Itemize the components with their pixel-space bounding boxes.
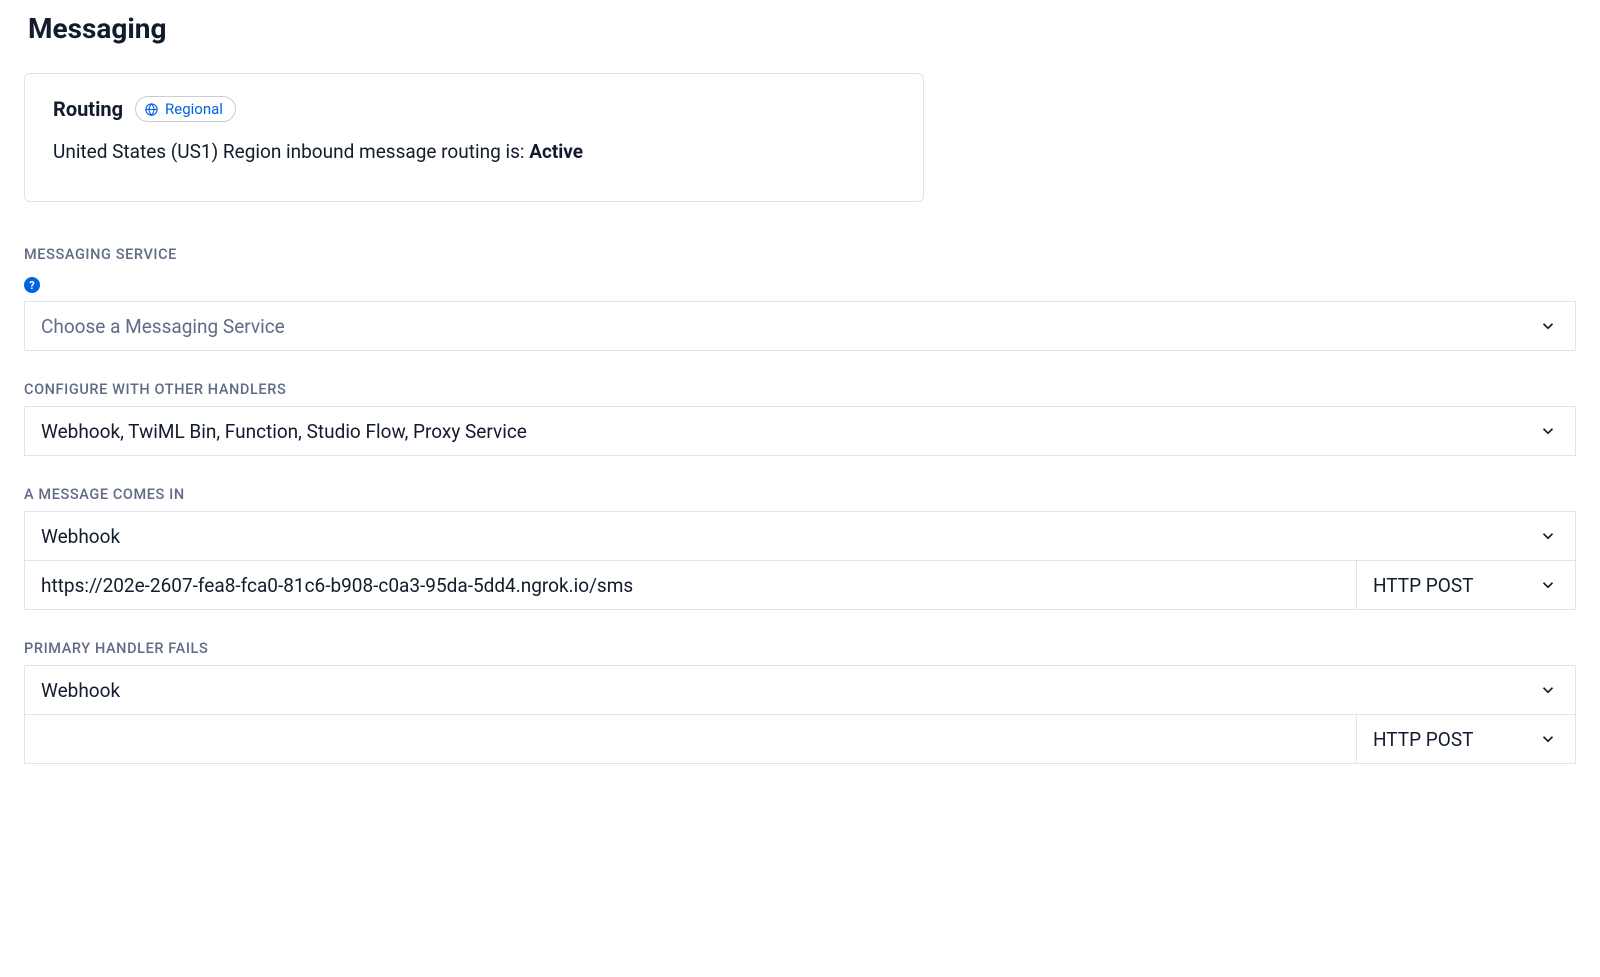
configure-handlers-select-text: Webhook, TwiML Bin, Function, Studio Flo… [41, 420, 527, 443]
messaging-service-select-text: Choose a Messaging Service [41, 315, 285, 338]
message-comes-in-type-select[interactable]: Webhook [24, 511, 1576, 561]
globe-icon [144, 102, 159, 117]
primary-handler-fails-url-input[interactable] [24, 714, 1356, 764]
primary-handler-fails-group: PRIMARY HANDLER FAILS Webhook HTTP POST [24, 640, 1576, 764]
routing-status-prefix: United States (US1) Region inbound messa… [53, 140, 529, 163]
chevron-down-icon [1539, 317, 1557, 335]
configure-handlers-select[interactable]: Webhook, TwiML Bin, Function, Studio Flo… [24, 406, 1576, 456]
routing-status-value: Active [529, 140, 583, 163]
routing-header: Routing Regional [53, 96, 895, 122]
help-icon[interactable]: ? [24, 277, 40, 293]
page-title: Messaging [28, 12, 1576, 45]
primary-handler-fails-type-select[interactable]: Webhook [24, 665, 1576, 715]
regional-badge[interactable]: Regional [135, 96, 236, 122]
messaging-service-select[interactable]: Choose a Messaging Service [24, 301, 1576, 351]
configure-handlers-group: CONFIGURE WITH OTHER HANDLERS Webhook, T… [24, 381, 1576, 456]
chevron-down-icon [1539, 527, 1557, 545]
configure-handlers-label: CONFIGURE WITH OTHER HANDLERS [24, 381, 1576, 398]
routing-title: Routing [53, 97, 123, 121]
messaging-service-group: MESSAGING SERVICE ? Choose a Messaging S… [24, 246, 1576, 351]
primary-handler-fails-method-select[interactable]: HTTP POST [1356, 714, 1576, 764]
chevron-down-icon [1539, 422, 1557, 440]
regional-badge-label: Regional [165, 100, 223, 118]
primary-handler-fails-label: PRIMARY HANDLER FAILS [24, 640, 1576, 657]
primary-handler-fails-type-text: Webhook [41, 679, 120, 702]
routing-status: United States (US1) Region inbound messa… [53, 140, 895, 163]
message-comes-in-url-input[interactable] [24, 560, 1356, 610]
message-comes-in-method-select[interactable]: HTTP POST [1356, 560, 1576, 610]
message-comes-in-type-text: Webhook [41, 525, 120, 548]
primary-handler-fails-method-text: HTTP POST [1373, 728, 1473, 751]
message-comes-in-group: A MESSAGE COMES IN Webhook HTTP POST [24, 486, 1576, 610]
chevron-down-icon [1539, 576, 1557, 594]
messaging-service-label: MESSAGING SERVICE [24, 246, 1576, 263]
routing-card: Routing Regional United States (US1) Reg… [24, 73, 924, 202]
message-comes-in-label: A MESSAGE COMES IN [24, 486, 1576, 503]
chevron-down-icon [1539, 681, 1557, 699]
chevron-down-icon [1539, 730, 1557, 748]
message-comes-in-method-text: HTTP POST [1373, 574, 1473, 597]
